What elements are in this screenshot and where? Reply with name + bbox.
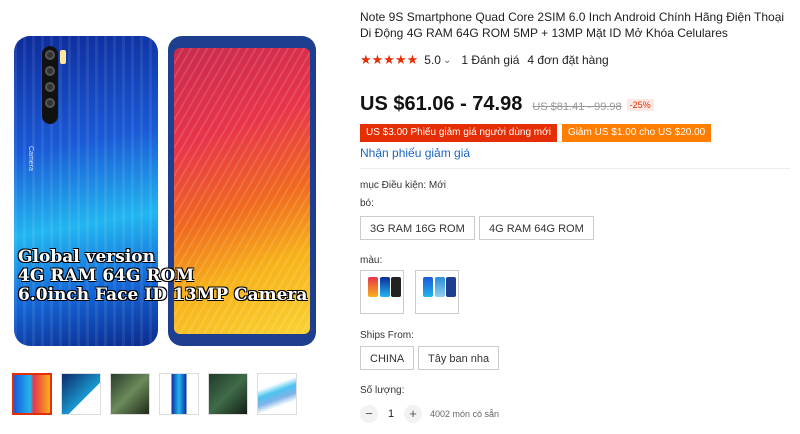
coupon-row: US $3.00 Phiếu giảm giá người dùng mới G… <box>360 124 712 142</box>
quantity-label: Số lượng: <box>360 385 405 396</box>
ships-from-spain[interactable]: Tây ban nha <box>418 346 500 370</box>
product-title: Note 9S Smartphone Quad Core 2SIM 6.0 In… <box>360 10 785 40</box>
order-count: 4 đơn đặt hàng <box>527 53 609 67</box>
main-product-image[interactable]: Camera Global version 4G RAM 64G ROM 6.0… <box>8 8 330 346</box>
original-price: US $81.41 - 99.98 <box>532 101 622 113</box>
thumbnail[interactable] <box>61 373 101 415</box>
camera-module <box>42 46 58 124</box>
promo-line-2: 4G RAM 64G ROM <box>18 266 195 286</box>
rating-row: ★★★★★ 5.0 ⌄ 1 Đánh giá 4 đơn đặt hàng <box>360 52 609 68</box>
color-option-2[interactable] <box>415 270 459 314</box>
quantity-value[interactable]: 1 <box>378 408 404 420</box>
chevron-down-icon[interactable]: ⌄ <box>443 55 451 66</box>
bundle-option-3g-16g[interactable]: 3G RAM 16G ROM <box>360 216 475 240</box>
rating-value[interactable]: 5.0 <box>424 53 441 67</box>
current-price: US $61.06 - 74.98 <box>360 93 523 115</box>
discount-badge: -25% <box>626 99 654 111</box>
quantity-stepper: − 1 + 4002 món có sẵn <box>360 404 499 424</box>
color-option-1[interactable] <box>360 270 404 314</box>
star-rating-icon: ★★★★★ <box>360 52 419 67</box>
promo-text: Global version 4G RAM 64G ROM 6.0inch Fa… <box>18 248 328 305</box>
get-coupon-link[interactable]: Nhận phiếu giảm giá <box>360 146 470 160</box>
bundle-option-4g-64g[interactable]: 4G RAM 64G ROM <box>479 216 594 240</box>
color-label: màu: <box>360 255 383 266</box>
thumbnail[interactable] <box>257 373 297 415</box>
plus-icon[interactable]: + <box>404 405 422 423</box>
new-user-coupon[interactable]: US $3.00 Phiếu giảm giá người dùng mới <box>360 124 557 142</box>
thumbnail[interactable] <box>12 373 52 415</box>
promo-line-3: 6.0inch Face ID 13MP Camera <box>18 285 308 305</box>
store-coupon[interactable]: Giảm US $1.00 cho US $20.00 <box>561 124 712 142</box>
flash-icon <box>60 50 66 64</box>
thumbnail[interactable] <box>110 373 150 415</box>
ships-from-china[interactable]: CHINA <box>360 346 415 370</box>
review-count-link[interactable]: 1 Đánh giá <box>461 53 519 67</box>
thumbnail-strip <box>12 373 322 419</box>
back-camera-label: Camera <box>27 146 34 171</box>
thumbnail[interactable] <box>159 373 199 415</box>
ships-from-label: Ships From: <box>360 330 414 341</box>
stock-count: 4002 món có sẵn <box>430 409 500 419</box>
divider <box>360 168 790 169</box>
minus-icon[interactable]: − <box>360 405 378 423</box>
price-row: US $61.06 - 74.98 US $81.41 - 99.98 -25% <box>360 93 654 116</box>
promo-line-1: Global version <box>18 247 155 267</box>
bundle-label: bó: <box>360 198 374 209</box>
thumbnail[interactable] <box>208 373 248 415</box>
condition-label: mục Điều kiện: Mới <box>360 180 447 191</box>
